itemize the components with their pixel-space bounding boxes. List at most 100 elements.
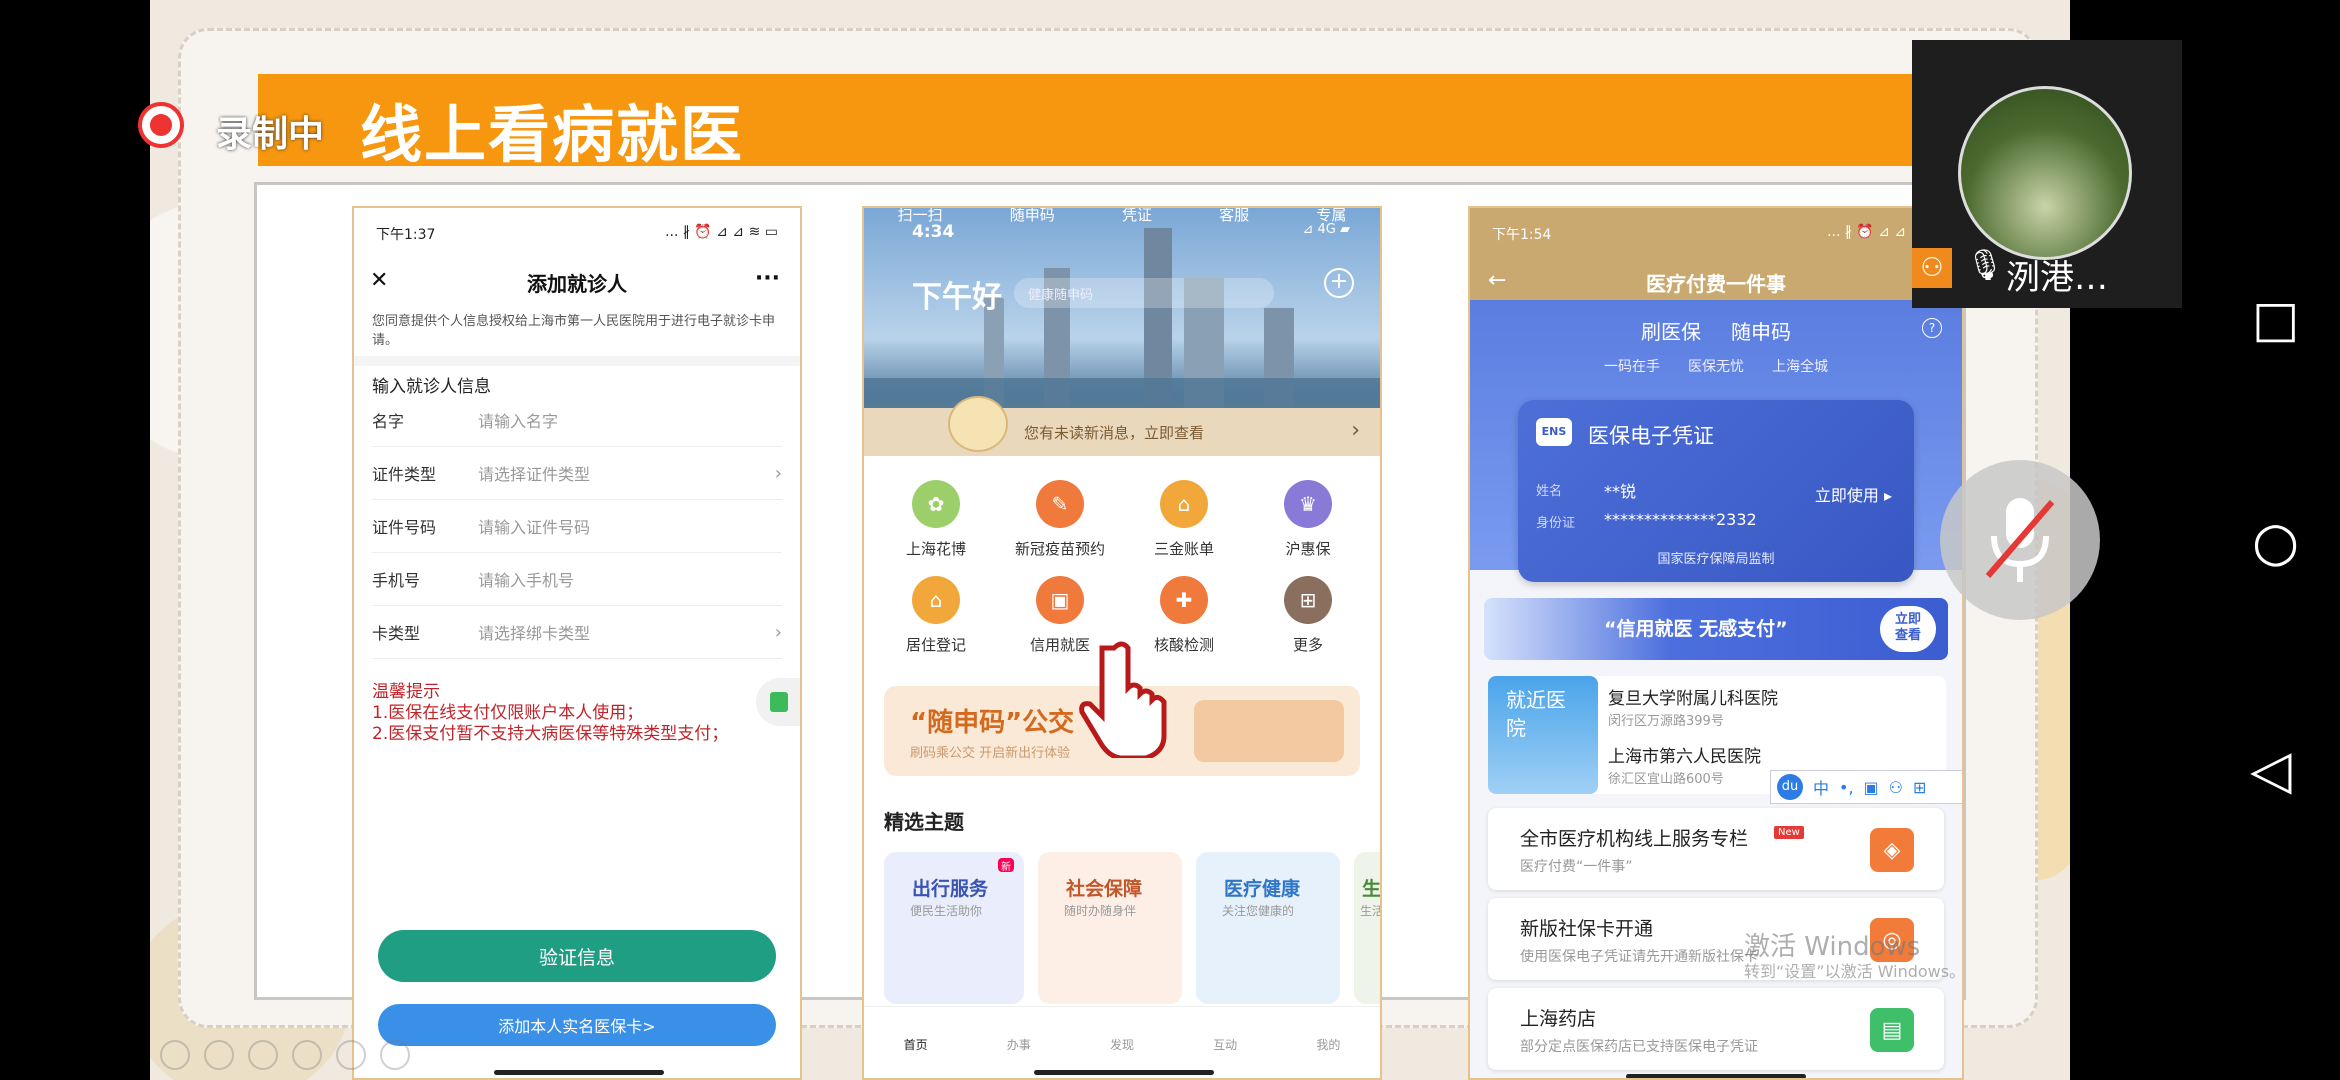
floating-tab[interactable]: [756, 678, 800, 726]
service-residence-registration[interactable]: ⌂ 居住登记: [876, 576, 996, 655]
service-more[interactable]: ⊞ 更多: [1248, 576, 1368, 655]
tab-interact[interactable]: 互动: [1213, 1036, 1237, 1053]
tab-services[interactable]: 办事: [1007, 1036, 1031, 1053]
chevron-right-icon: ›: [774, 621, 782, 643]
notice-bar[interactable]: 您有未读新消息，立即查看 ›: [864, 396, 1380, 456]
pharmacy-icon: ▤: [1870, 1008, 1914, 1052]
service-item-online-medical[interactable]: 全市医疗机构线上服务专栏 New 医疗付费“一件事” ◈: [1488, 808, 1944, 890]
prev-slide-icon[interactable]: [160, 1040, 190, 1070]
tab-swipe-insurance[interactable]: 刷医保: [1641, 316, 1701, 345]
field-placeholder[interactable]: 请输入名字: [478, 408, 782, 432]
card-icon: ▣: [1036, 576, 1084, 624]
form-field-card-type[interactable]: 卡类型 请选择绑卡类型 ›: [372, 606, 782, 659]
card-footer: 国家医疗保障局监制: [1657, 552, 1775, 567]
slide-title: 线上看病就医: [360, 98, 745, 171]
service-huhuibao[interactable]: ♛ 沪惠保: [1248, 480, 1368, 559]
form-field-id-type[interactable]: 证件类型 请选择证件类型 ›: [372, 447, 782, 500]
medical-insurance-card[interactable]: ENS 医保电子凭证 姓名 **锐 立即使用 ▸ 身份证 ***********…: [1518, 400, 1914, 582]
service-subtitle: 部分定点医保药店已支持医保电子凭证: [1520, 1039, 1758, 1055]
field-placeholder[interactable]: 请选择绑卡类型: [478, 620, 775, 644]
tab-suishen-code[interactable]: 随申码: [1010, 208, 1055, 224]
search-input[interactable]: 健康随申码: [1014, 278, 1274, 308]
close-icon[interactable]: ✕: [370, 268, 388, 293]
mute-toggle-button[interactable]: [1940, 460, 2100, 620]
slides-grid-icon[interactable]: [292, 1040, 322, 1070]
phone-suishenban: 扫一扫 随申码 凭证 客服 专属 4:34 ⊿ 4G ▰ 下午好 健康随申码 +…: [862, 206, 1382, 1080]
host-icon: ⚇: [1912, 248, 1952, 288]
toolbox-icon[interactable]: ▣: [1864, 778, 1879, 797]
baidu-ime-icon[interactable]: du: [1777, 774, 1803, 800]
service-vaccine-booking[interactable]: ✎ 新冠疫苗预约: [1000, 480, 1120, 559]
crown-icon: ♛: [1284, 480, 1332, 528]
grid-icon: ⊞: [1284, 576, 1332, 624]
ime-toolbar[interactable]: du 中 •, ▣ ⚇ ⊞: [1770, 770, 1962, 804]
tip-item: 1.医保在线支付仅限账户本人使用；: [372, 703, 644, 723]
credit-medical-promo[interactable]: “信用就医 无感支付” 立即查看: [1484, 598, 1948, 660]
service-label: 居住登记: [905, 636, 966, 654]
grid-icon[interactable]: ⊞: [1913, 778, 1926, 797]
ime-mode-toggle[interactable]: 中: [1813, 775, 1829, 799]
service-three-funds-bill[interactable]: ⌂ 三金账单: [1124, 480, 1244, 559]
bill-icon: ⌂: [1160, 480, 1208, 528]
theme-card-social-security[interactable]: 社会保障 随时办随身伴: [1038, 852, 1182, 1004]
header-tabs: 刷医保 随申码: [1470, 316, 1962, 345]
back-icon[interactable]: ←: [1488, 268, 1506, 293]
view-now-button[interactable]: 立即查看: [1880, 606, 1936, 652]
form-field-phone[interactable]: 手机号 请输入手机号: [372, 553, 782, 606]
home-indicator: [1626, 1074, 1806, 1078]
home-button[interactable]: ○: [2252, 510, 2299, 573]
service-label: 三金账单: [1153, 540, 1214, 558]
form-field-id-number[interactable]: 证件号码 请输入证件号码: [372, 500, 782, 553]
banner-title: “随申码”公交: [910, 708, 1075, 738]
help-icon[interactable]: ?: [1922, 318, 1942, 338]
microphone-muted-icon: [1985, 498, 2055, 582]
service-grid-row-1: ✿ 上海花博 ✎ 新冠疫苗预约 ⌂ 三金账单 ♛ 沪惠保: [874, 480, 1370, 559]
form-field-name[interactable]: 名字 请输入名字: [372, 394, 782, 447]
add-icon[interactable]: +: [1324, 268, 1354, 298]
pen-icon[interactable]: [248, 1040, 278, 1070]
tab-mine[interactable]: 我的: [1316, 1036, 1340, 1053]
hand-pointer-icon: [1079, 641, 1167, 758]
back-button[interactable]: ◁: [2250, 738, 2292, 801]
service-label: 新冠疫苗预约: [1014, 540, 1105, 558]
house-icon: ⌂: [912, 576, 960, 624]
name-value: **锐: [1604, 482, 1637, 501]
service-item-pharmacy[interactable]: 上海药店 部分定点医保药店已支持医保电子凭证 ▤: [1488, 988, 1944, 1070]
service-shanghai-flower-expo[interactable]: ✿ 上海花博: [876, 480, 996, 559]
tab-suishen-code[interactable]: 随申码: [1731, 316, 1791, 345]
field-placeholder[interactable]: 请选择证件类型: [478, 461, 775, 485]
tab-home[interactable]: 首页: [904, 1036, 928, 1053]
recent-apps-button[interactable]: □: [2252, 290, 2299, 348]
nav-title: 添加就诊人: [527, 271, 627, 296]
tab-service[interactable]: 客服: [1219, 208, 1249, 224]
add-insurance-card-button[interactable]: 添加本人实名医保卡>: [378, 1004, 776, 1046]
chevron-right-icon: ›: [774, 462, 782, 484]
service-title: 上海药店: [1520, 1008, 1597, 1030]
field-placeholder[interactable]: 请输入证件号码: [478, 514, 782, 538]
more-icon[interactable]: ···: [755, 266, 780, 291]
recording-label: 录制中: [216, 114, 325, 155]
service-title: 新版社保卡开通: [1520, 918, 1654, 940]
hospital-name[interactable]: 复旦大学附属儿科医院: [1608, 684, 1778, 709]
hospital-name[interactable]: 上海市第六人民医院: [1608, 742, 1761, 767]
theme-card-travel[interactable]: 出行服务 便民生活助你 新: [884, 852, 1024, 1004]
theme-card-life[interactable]: 生 生活: [1354, 852, 1380, 1004]
next-slide-icon[interactable]: [204, 1040, 234, 1070]
theme-card-health[interactable]: 医疗健康 关注您健康的: [1196, 852, 1340, 1004]
test-icon: ✚: [1160, 576, 1208, 624]
punctuation-icon[interactable]: •,: [1839, 778, 1854, 797]
microphone-icon: 🎙: [1966, 248, 2005, 283]
tab-discover[interactable]: 发现: [1110, 1036, 1134, 1053]
participant-video-tile[interactable]: ⚇ 🎙 洌港…: [1912, 40, 2182, 308]
field-placeholder[interactable]: 请输入手机号: [478, 567, 782, 591]
nearby-label: 就近医院: [1488, 676, 1598, 794]
field-label: 名字: [372, 412, 405, 431]
zoom-icon[interactable]: [336, 1040, 366, 1070]
theme-subtitle: 随时办随身伴: [1064, 904, 1137, 918]
more-icon[interactable]: [380, 1040, 410, 1070]
verify-button[interactable]: 验证信息: [378, 930, 776, 982]
participant-avatar: [1958, 86, 2132, 260]
use-now-link[interactable]: 立即使用 ▸: [1815, 482, 1892, 506]
tab-voucher[interactable]: 凭证: [1122, 208, 1152, 224]
user-icon[interactable]: ⚇: [1889, 778, 1903, 797]
